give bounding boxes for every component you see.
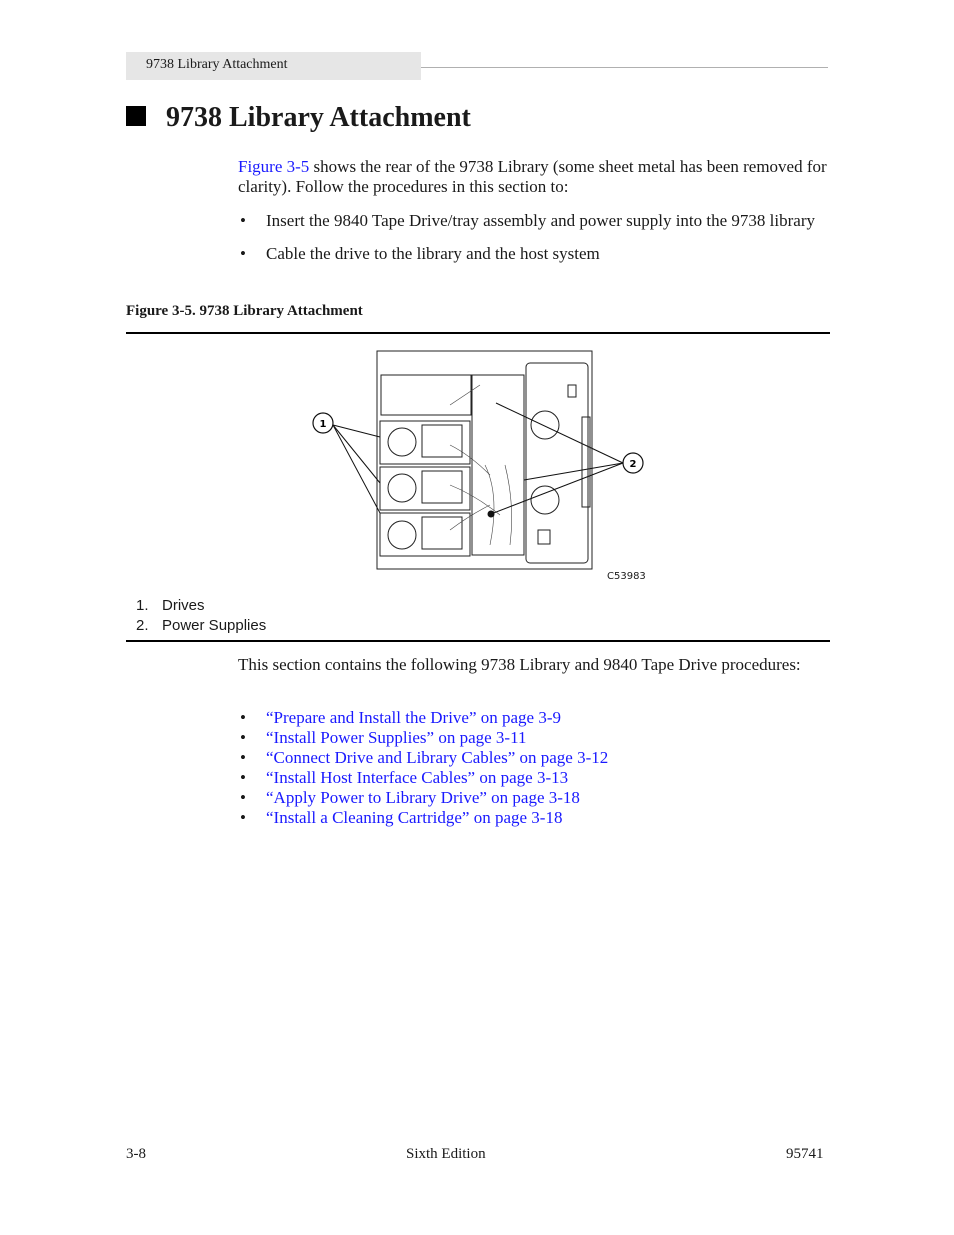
figure-id: C53983 [607, 571, 646, 582]
top-panel [380, 374, 472, 416]
procedure-item: “Apply Power to Library Drive” on page 3… [238, 788, 828, 808]
drive-2 [379, 466, 471, 511]
footer-edition: Sixth Edition [406, 1146, 486, 1162]
procedure-item: “Install Host Interface Cables” on page … [238, 768, 828, 788]
task-item: Cable the drive to the library and the h… [238, 244, 828, 264]
page-title: 9738 Library Attachment [126, 102, 471, 134]
control-panel [525, 362, 589, 564]
procedure-link[interactable]: “Install Power Supplies” on page 3-11 [266, 728, 526, 747]
procedure-link[interactable]: “Install a Cleaning Cartridge” on page 3… [266, 808, 562, 827]
drive-1 [379, 420, 471, 465]
library-frame [376, 350, 593, 570]
drive-3 [379, 512, 471, 557]
procedure-link[interactable]: “Connect Drive and Library Cables” on pa… [266, 748, 608, 767]
callout-1: 1 [312, 412, 334, 434]
header-rule [421, 67, 828, 68]
running-head: 9738 Library Attachment [126, 52, 421, 80]
callout-1-label: 1 [320, 419, 327, 430]
procedure-list: “Prepare and Install the Drive” on page … [238, 708, 828, 828]
procedure-link[interactable]: “Apply Power to Library Drive” on page 3… [266, 788, 580, 807]
procedure-item: “Prepare and Install the Drive” on page … [238, 708, 828, 728]
task-item: Insert the 9840 Tape Drive/tray assembly… [238, 211, 828, 231]
power-supply-bay [471, 374, 525, 556]
library-rear-figure: 1 2 [312, 350, 644, 570]
section-square-icon [126, 106, 146, 126]
figure-link[interactable]: Figure 3-5 [238, 157, 309, 176]
callout-2: 2 [622, 452, 644, 474]
page-title-text: 9738 Library Attachment [166, 102, 471, 133]
task-list: Insert the 9840 Tape Drive/tray assembly… [238, 211, 828, 264]
figure-legend: 1. Drives 2. Power Supplies [136, 596, 266, 636]
procedure-item: “Install a Cleaning Cartridge” on page 3… [238, 808, 828, 828]
procedure-item: “Install Power Supplies” on page 3-11 [238, 728, 828, 748]
figure-bottom-rule [126, 640, 830, 642]
figure-top-rule [126, 332, 830, 334]
figure-caption: Figure 3-5. 9738 Library Attachment [126, 303, 363, 319]
footer-doc-number: 95741 [786, 1146, 824, 1162]
procedure-item: “Connect Drive and Library Cables” on pa… [238, 748, 828, 768]
intro-paragraph: Figure 3-5 shows the rear of the 9738 Li… [238, 157, 828, 197]
legend-item: 2. Power Supplies [136, 617, 267, 634]
footer-page-number: 3-8 [126, 1146, 146, 1162]
legend-item: 1. Drives [136, 597, 205, 614]
running-head-text: 9738 Library Attachment [146, 57, 288, 72]
callout-2-label: 2 [630, 459, 637, 470]
procedure-link[interactable]: “Prepare and Install the Drive” on page … [266, 708, 561, 727]
procedure-link[interactable]: “Install Host Interface Cables” on page … [266, 768, 568, 787]
procedures-intro: This section contains the following 9738… [238, 655, 801, 674]
intro-text: shows the rear of the 9738 Library (some… [238, 157, 827, 196]
